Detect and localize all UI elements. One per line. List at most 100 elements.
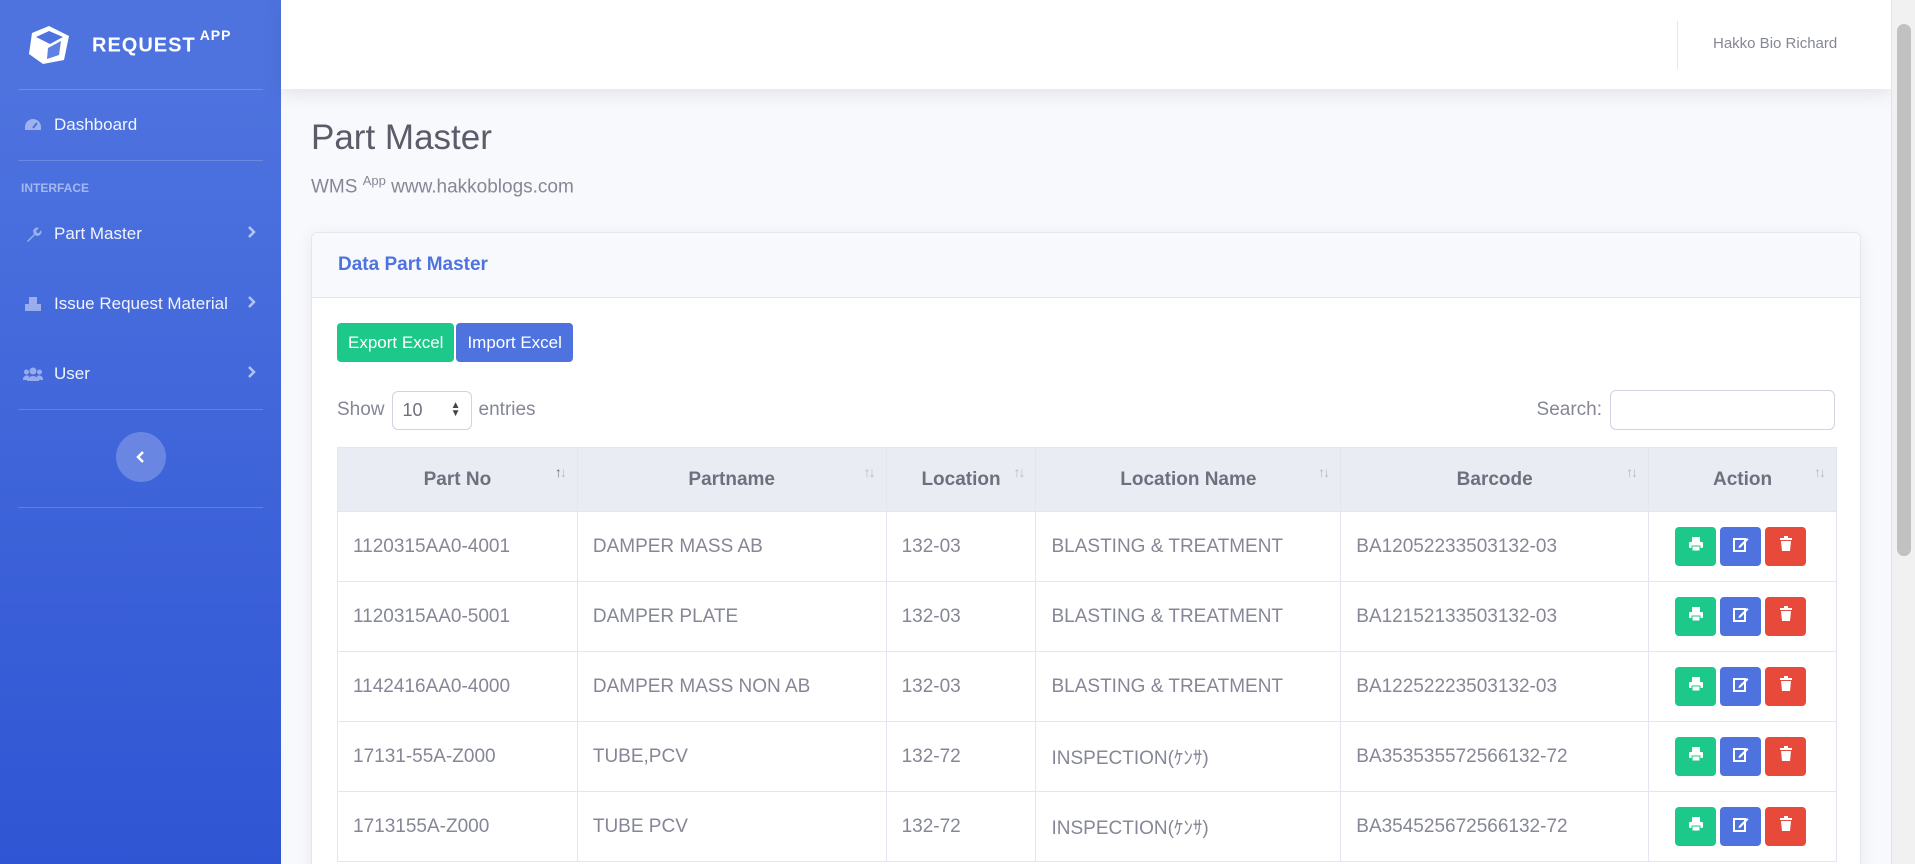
- cell-partname: DAMPER PLATE: [576, 581, 887, 652]
- sidebar-heading: INTERFACE: [21, 181, 90, 195]
- scrollbar-thumb[interactable]: [1897, 24, 1911, 556]
- delete-button[interactable]: [1765, 597, 1807, 636]
- search-input[interactable]: [1610, 390, 1835, 430]
- print-icon: [1688, 676, 1704, 698]
- delete-button[interactable]: [1765, 807, 1807, 846]
- print-button[interactable]: [1675, 527, 1717, 566]
- cell-part-no: 1120315AA0-5001: [337, 581, 578, 652]
- data-card: Data Part Master Export Excel Import Exce…: [311, 232, 1861, 864]
- edit-icon: [1732, 606, 1749, 628]
- tachometer-icon: [22, 116, 44, 134]
- sidebar-item-part-master[interactable]: Part Master: [0, 199, 281, 269]
- cell-barcode: BA12252223503132-03: [1340, 651, 1650, 722]
- sidebar-item-issue-request-material[interactable]: Issue Request Material: [0, 269, 281, 339]
- chevron-right-icon: [247, 295, 257, 314]
- sidebar-toggle-button[interactable]: [115, 432, 166, 482]
- delete-button[interactable]: [1765, 737, 1807, 776]
- page-subtitle: WMS App www.hakkoblogs.com: [311, 173, 574, 198]
- sidebar-item-label: Dashboard: [54, 115, 138, 134]
- table-row: 17131-55A-Z000 TUBE,PCV 132-72 INSPECTION(ｹ…: [337, 721, 1837, 792]
- cell-barcode: BA354525672566132-72: [1340, 791, 1650, 862]
- th-barcode[interactable]: Barcode ↑↓: [1340, 447, 1650, 512]
- th-location-name[interactable]: Location Name ↑↓: [1035, 447, 1342, 512]
- entries-label: entries: [478, 399, 536, 420]
- show-label: Show: [337, 399, 385, 420]
- sidebar-item-dashboard[interactable]: Dashboard: [0, 90, 281, 160]
- cell-location-name: BLASTING & TREATMENT: [1035, 651, 1342, 722]
- box-icon: [29, 25, 69, 64]
- print-button[interactable]: [1675, 667, 1717, 706]
- entries-select[interactable]: 10 ▲ ▼: [391, 390, 472, 430]
- table-controls: Show 10 ▲ ▼ entries Search:: [337, 390, 1835, 430]
- cell-action: [1648, 721, 1837, 792]
- cell-location-name: BLASTING & TREATMENT: [1035, 581, 1342, 652]
- delete-button[interactable]: [1765, 527, 1807, 566]
- print-icon: [1688, 536, 1704, 558]
- page-scrollbar[interactable]: [1891, 0, 1915, 864]
- chevron-right-icon: [247, 225, 257, 244]
- th-action[interactable]: Action ↑↓: [1648, 447, 1837, 512]
- cell-action: [1648, 651, 1837, 722]
- sidebar-divider: [18, 507, 263, 508]
- export-excel-button[interactable]: Export Excel: [337, 323, 455, 362]
- cell-location-name: INSPECTION(ｹﾝｻ): [1035, 721, 1342, 792]
- cell-location: 132-03: [885, 511, 1037, 582]
- edit-button[interactable]: [1720, 807, 1762, 846]
- card-title: Data Part Master: [338, 254, 488, 275]
- cell-partname: DAMPER MASS AB: [576, 511, 887, 582]
- sidebar-item-user[interactable]: User: [0, 339, 281, 409]
- cell-partname: TUBE,PCV: [576, 721, 887, 792]
- cell-action: [1648, 581, 1837, 652]
- cell-part-no: 1120315AA0-4001: [337, 511, 578, 582]
- topbar: Hakko Bio Richard: [281, 0, 1891, 89]
- cell-location: 132-03: [885, 651, 1037, 722]
- edit-button[interactable]: [1720, 667, 1762, 706]
- edit-icon: [1732, 746, 1749, 768]
- th-location[interactable]: Location ↑↓: [885, 447, 1037, 512]
- trash-icon: [1779, 675, 1793, 698]
- sort-icon: ↑↓: [554, 464, 567, 480]
- entries-length: Show 10 ▲ ▼ entries: [337, 390, 536, 430]
- wrench-icon: [22, 225, 44, 243]
- select-arrows-icon: ▲ ▼: [450, 400, 461, 419]
- edit-button[interactable]: [1720, 597, 1762, 636]
- trash-icon: [1779, 745, 1793, 768]
- edit-icon: [1732, 816, 1749, 838]
- cell-location: 132-03: [885, 581, 1037, 652]
- edit-button[interactable]: [1720, 737, 1762, 776]
- sidebar-item-label: Issue Request Material: [54, 294, 228, 313]
- th-partname[interactable]: Partname ↑↓: [576, 447, 887, 512]
- cell-location: 132-72: [885, 791, 1037, 862]
- sort-icon: ↑↓: [1013, 464, 1025, 480]
- print-button[interactable]: [1675, 597, 1717, 636]
- cell-part-no: 1713155A-Z000: [337, 791, 578, 862]
- cell-location-name: INSPECTION(ｹﾝｻ): [1035, 791, 1342, 862]
- sidebar-item-label: User: [54, 364, 90, 383]
- card-body: Export Excel Import Excel Show 10 ▲ ▼ entr…: [312, 298, 1860, 862]
- sort-icon: ↑↓: [1814, 464, 1826, 480]
- entries-select-value: 10: [402, 399, 423, 420]
- sort-icon: ↑↓: [1318, 464, 1330, 480]
- delete-button[interactable]: [1765, 667, 1807, 706]
- edit-button[interactable]: [1720, 527, 1762, 566]
- import-excel-button[interactable]: Import Excel: [456, 323, 573, 362]
- print-icon: [1688, 606, 1704, 628]
- th-part-no[interactable]: Part No ↑↓: [337, 447, 578, 512]
- sort-icon: ↑↓: [1626, 464, 1638, 480]
- users-icon: [22, 365, 44, 383]
- brand[interactable]: REQUEST APP: [0, 0, 281, 89]
- topbar-divider: [1677, 21, 1678, 69]
- cell-barcode: BA353535572566132-72: [1340, 721, 1650, 792]
- cell-location: 132-72: [885, 721, 1037, 792]
- sidebar: REQUEST APP Dashboard INTERFACE Part Mast…: [0, 0, 281, 864]
- search-group: Search:: [1537, 390, 1835, 430]
- edit-icon: [1732, 676, 1749, 698]
- print-button[interactable]: [1675, 737, 1717, 776]
- trash-icon: [1779, 535, 1793, 558]
- sidebar-toggle-wrap: [0, 410, 281, 507]
- print-button[interactable]: [1675, 807, 1717, 846]
- user-name[interactable]: Hakko Bio Richard: [1713, 35, 1837, 52]
- table-row: 1120315AA0-5001 DAMPER PLATE 132-03 BLASTIN…: [337, 581, 1837, 652]
- chevron-left-icon: [135, 451, 144, 463]
- cell-part-no: 1142416AA0-4000: [337, 651, 578, 722]
